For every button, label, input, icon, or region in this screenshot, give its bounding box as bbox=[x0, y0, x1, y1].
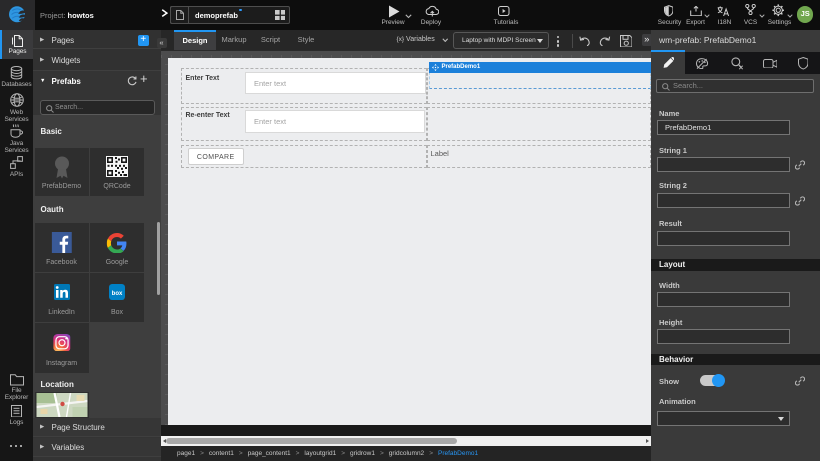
svg-text:box: box bbox=[112, 290, 123, 296]
